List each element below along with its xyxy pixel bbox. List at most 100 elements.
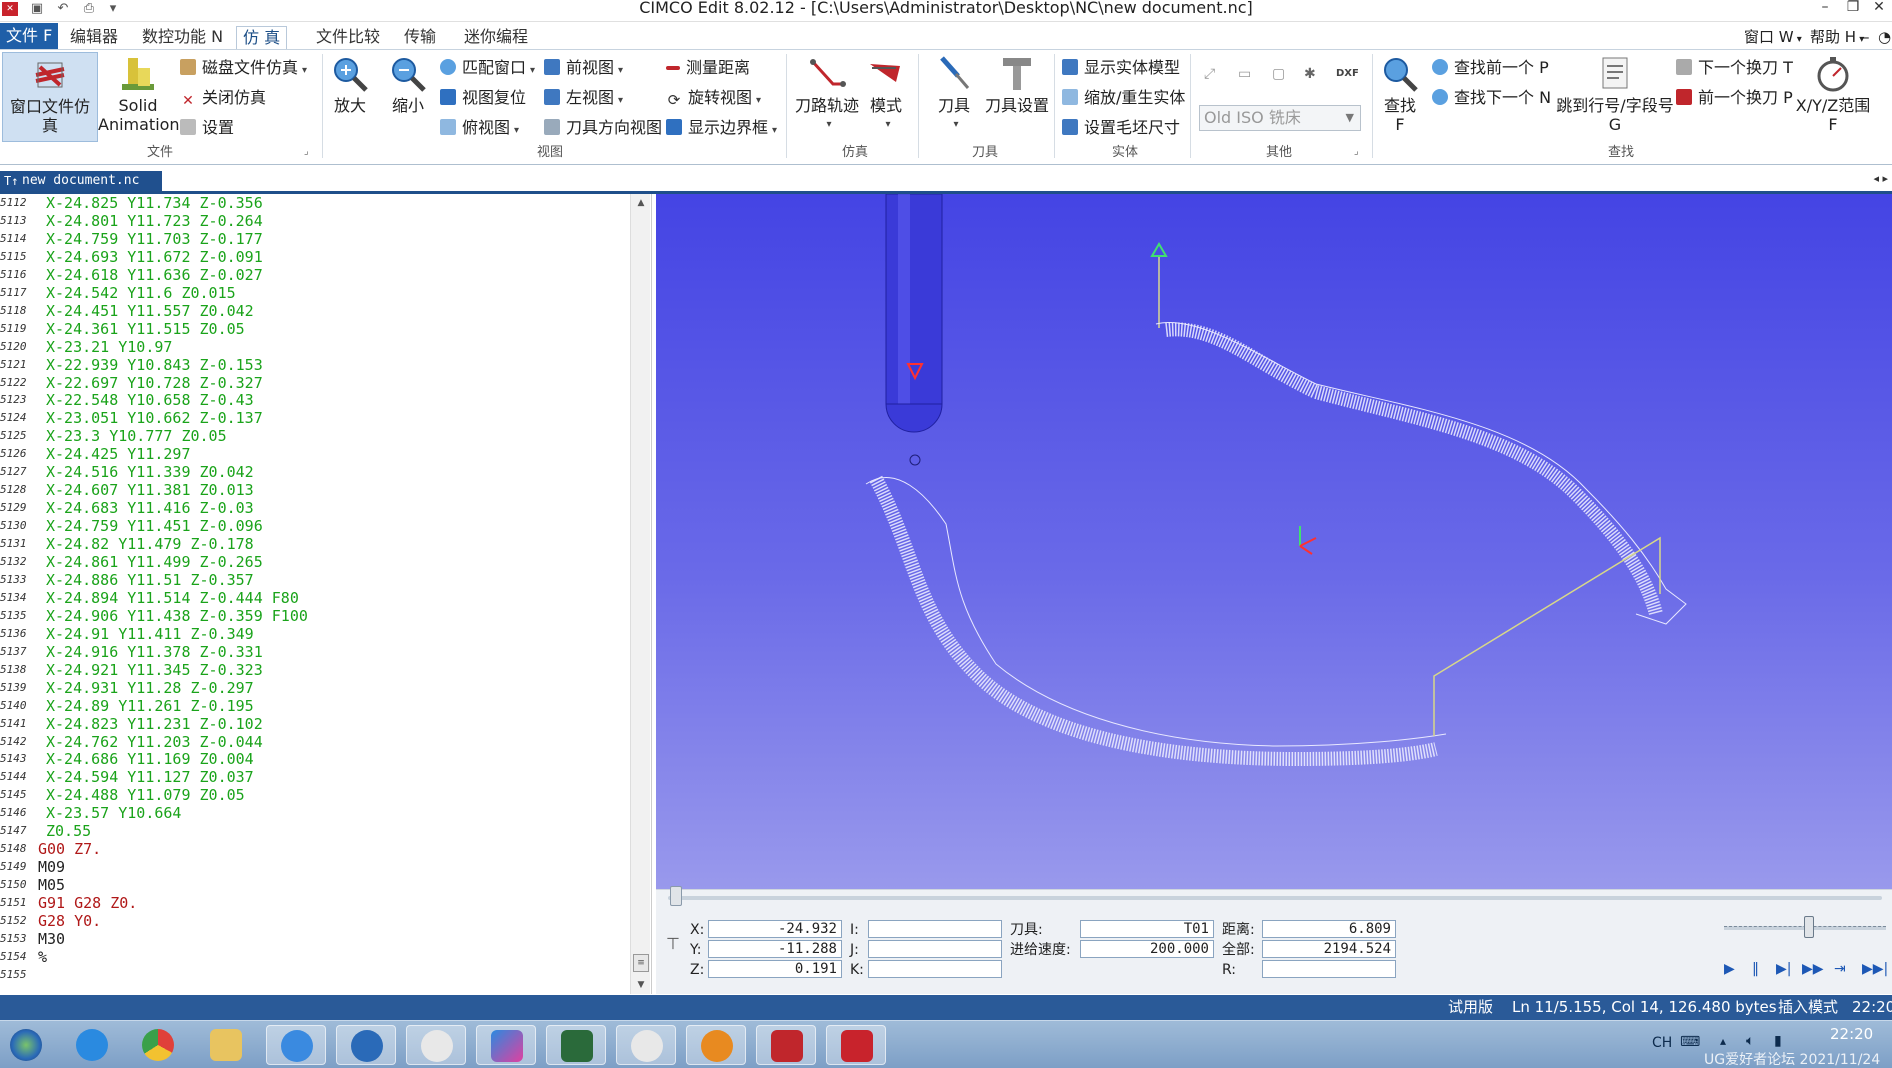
taskbar-wechat[interactable] [616, 1025, 676, 1065]
mode-button[interactable]: 模式 ▾ [866, 54, 906, 134]
dxf-icon[interactable]: DXF [1336, 62, 1359, 86]
toolpath-button[interactable]: 刀路轨迹 ▾ [792, 54, 862, 134]
code-line[interactable]: 5129 X-24.683 Y11.416 Z-0.03 [0, 499, 630, 517]
tab-scroll-arrows-icon[interactable]: ◂ ▸ [1873, 172, 1888, 185]
code-line[interactable]: 5114 X-24.759 Y11.703 Z-0.177 [0, 230, 630, 248]
code-line[interactable]: 5151 G91 G28 Z0. [0, 894, 630, 912]
front-view-button[interactable]: 前视图 ▾ [544, 56, 623, 80]
code-line[interactable]: 5155 [0, 966, 630, 984]
code-line[interactable]: 5122 X-22.697 Y10.728 Z-0.327 [0, 374, 630, 392]
zoom-out-button[interactable]: 缩小 [388, 54, 428, 115]
keyboard-icon[interactable]: ⌨ [1680, 1034, 1700, 1050]
editor-vertical-scrollbar[interactable]: ▲ ≡ ▼ [630, 194, 650, 994]
solid-animation-button[interactable]: Solid Animation [98, 54, 180, 134]
taskbar-nx[interactable] [686, 1025, 746, 1065]
left-view-button[interactable]: 左视图 ▾ [544, 86, 623, 110]
help-menu[interactable]: 帮助 H ▾ [1810, 26, 1864, 51]
code-line[interactable]: 5132 X-24.861 Y11.499 Z-0.265 [0, 553, 630, 571]
scroll-down-icon[interactable]: ▼ [631, 976, 651, 994]
machine-select[interactable]: Old ISO 铣床 ▼ [1199, 105, 1361, 131]
code-line[interactable]: 5146 X-23.57 Y10.664 [0, 804, 630, 822]
other-tool-2-icon[interactable]: ▭ [1238, 62, 1251, 86]
find-next-button[interactable]: 查找下一个 N [1432, 86, 1551, 110]
show-bounding-box-button[interactable]: 显示边界框 ▾ [666, 116, 777, 140]
restore-icon[interactable]: ❐ [1840, 0, 1866, 18]
code-line[interactable]: 5126 X-24.425 Y11.297 [0, 445, 630, 463]
code-line[interactable]: 5121 X-22.939 Y10.843 Z-0.153 [0, 356, 630, 374]
group-launcher-icon[interactable]: ⌟ [1354, 146, 1359, 157]
rotate-view-button[interactable]: ⟳ 旋转视图 ▾ [666, 86, 761, 110]
taskbar-explorer[interactable] [196, 1025, 256, 1065]
measure-distance-button[interactable]: 测量距离 [666, 56, 750, 80]
code-line[interactable]: 5115 X-24.693 Y11.672 Z-0.091 [0, 248, 630, 266]
code-line[interactable]: 5123 X-22.548 Y10.658 Z-0.43 [0, 391, 630, 409]
input-language[interactable]: CH [1652, 1035, 1672, 1051]
scroll-thumb[interactable]: ≡ [633, 954, 649, 972]
set-stock-button[interactable]: 设置毛坯尺寸 [1062, 116, 1180, 140]
taskbar-ie[interactable] [266, 1025, 326, 1065]
code-line[interactable]: 5143 X-24.686 Y11.169 Z0.004 [0, 750, 630, 768]
skip-tool-icon[interactable]: ⇥ [1834, 961, 1846, 977]
code-line[interactable]: 5128 X-24.607 Y11.381 Z0.013 [0, 481, 630, 499]
simulation-viewport[interactable] [656, 194, 1892, 889]
find-previous-button[interactable]: 查找前一个 P [1432, 56, 1549, 80]
volume-icon[interactable]: 🔈︎ [1746, 1033, 1754, 1049]
close-icon[interactable]: ✕ [1866, 0, 1892, 18]
taskbar-solidworks[interactable] [756, 1025, 816, 1065]
code-line[interactable]: 5133 X-24.886 Y11.51 Z-0.357 [0, 571, 630, 589]
code-line[interactable]: 5148 G00 Z7. [0, 840, 630, 858]
code-line[interactable]: 5147 Z0.55 [0, 822, 630, 840]
tab-mini-programming[interactable]: 迷你编程 [458, 26, 534, 49]
code-line[interactable]: 5127 X-24.516 Y11.339 Z0.042 [0, 463, 630, 481]
code-line[interactable]: 5154% [0, 948, 630, 966]
code-line[interactable]: 5137 X-24.916 Y11.378 Z-0.331 [0, 643, 630, 661]
tab-nc-functions[interactable]: 数控功能 N [136, 26, 229, 49]
top-view-button[interactable]: 俯视图 ▾ [440, 116, 519, 140]
play-icon[interactable]: ▶ [1724, 961, 1735, 977]
speed-slider-handle[interactable] [1804, 916, 1814, 938]
code-line[interactable]: 5117 X-24.542 Y11.6 Z0.015 [0, 284, 630, 302]
insert-mode[interactable]: 插入模式 [1778, 995, 1838, 1020]
taskbar-clock[interactable]: 22:20 [1830, 1025, 1873, 1043]
code-line[interactable]: 5144 X-24.594 Y11.127 Z0.037 [0, 768, 630, 786]
other-tool-4-icon[interactable]: ✱ [1304, 62, 1316, 86]
code-line[interactable]: 5120 X-23.21 Y10.97 [0, 338, 630, 356]
nc-editor[interactable]: 5112 X-24.825 Y11.734 Z-0.356 5113 X-24.801… [0, 194, 652, 994]
code-line[interactable]: 5153 M30 [0, 930, 630, 948]
code-line[interactable]: 5135 X-24.906 Y11.438 Z-0.359 F100 [0, 607, 630, 625]
code-line[interactable]: 5130 X-24.759 Y11.451 Z-0.096 [0, 517, 630, 535]
code-line[interactable]: 5119 X-24.361 Y11.515 Z0.05 [0, 320, 630, 338]
code-line[interactable]: 5113 X-24.801 Y11.723 Z-0.264 [0, 212, 630, 230]
tab-simulation[interactable]: 仿 真 [236, 26, 288, 49]
code-line[interactable]: 5134 X-24.894 Y11.514 Z-0.444 F80 [0, 589, 630, 607]
tab-file-compare[interactable]: 文件比较 [310, 26, 386, 49]
network-icon[interactable]: ▮ [1774, 1033, 1782, 1049]
taskbar-cimco[interactable] [826, 1025, 886, 1065]
goto-line-button[interactable]: 跳到行号/字段号 G [1556, 54, 1674, 134]
tab-editor[interactable]: 编辑器 [64, 26, 124, 49]
code-line[interactable]: 5150 M05 [0, 876, 630, 894]
fast-forward-icon[interactable]: ▶▶ [1802, 961, 1824, 977]
step-forward-icon[interactable]: ▶| [1776, 961, 1791, 977]
rescale-solid-button[interactable]: 缩放/重生实体 [1062, 86, 1185, 110]
fit-window-button[interactable]: 匹配窗口 ▾ [440, 56, 535, 80]
sim-progress-handle[interactable] [670, 886, 682, 906]
start-button[interactable] [0, 1025, 54, 1065]
show-solid-button[interactable]: 显示实体模型 [1062, 56, 1180, 80]
code-line[interactable]: 5118 X-24.451 Y11.557 Z0.042 [0, 302, 630, 320]
other-tool-3-icon[interactable]: ▢ [1272, 62, 1285, 86]
window-menu[interactable]: 窗口 W ▾ [1744, 26, 1802, 51]
tool-direction-view-button[interactable]: 刀具方向视图 [544, 116, 662, 140]
other-tool-1-icon[interactable]: ⤢ [1204, 62, 1215, 86]
code-line[interactable]: 5138 X-24.921 Y11.345 Z-0.323 [0, 661, 630, 679]
taskbar-iu[interactable] [336, 1025, 396, 1065]
tray-arrow-icon[interactable]: ▴ [1720, 1034, 1726, 1048]
skip-end-icon[interactable]: ▶▶| [1862, 961, 1888, 977]
xyz-range-button[interactable]: X/Y/Z范围 F [1794, 54, 1872, 134]
minimize-icon[interactable]: – [1812, 0, 1838, 18]
scroll-up-icon[interactable]: ▲ [631, 194, 651, 212]
code-line[interactable]: 5149 M09 [0, 858, 630, 876]
settings-button[interactable]: 设置 [180, 116, 234, 140]
code-line[interactable]: 5139 X-24.931 Y11.28 Z-0.297 [0, 679, 630, 697]
tool-button[interactable]: 刀具 ▾ [934, 54, 974, 134]
